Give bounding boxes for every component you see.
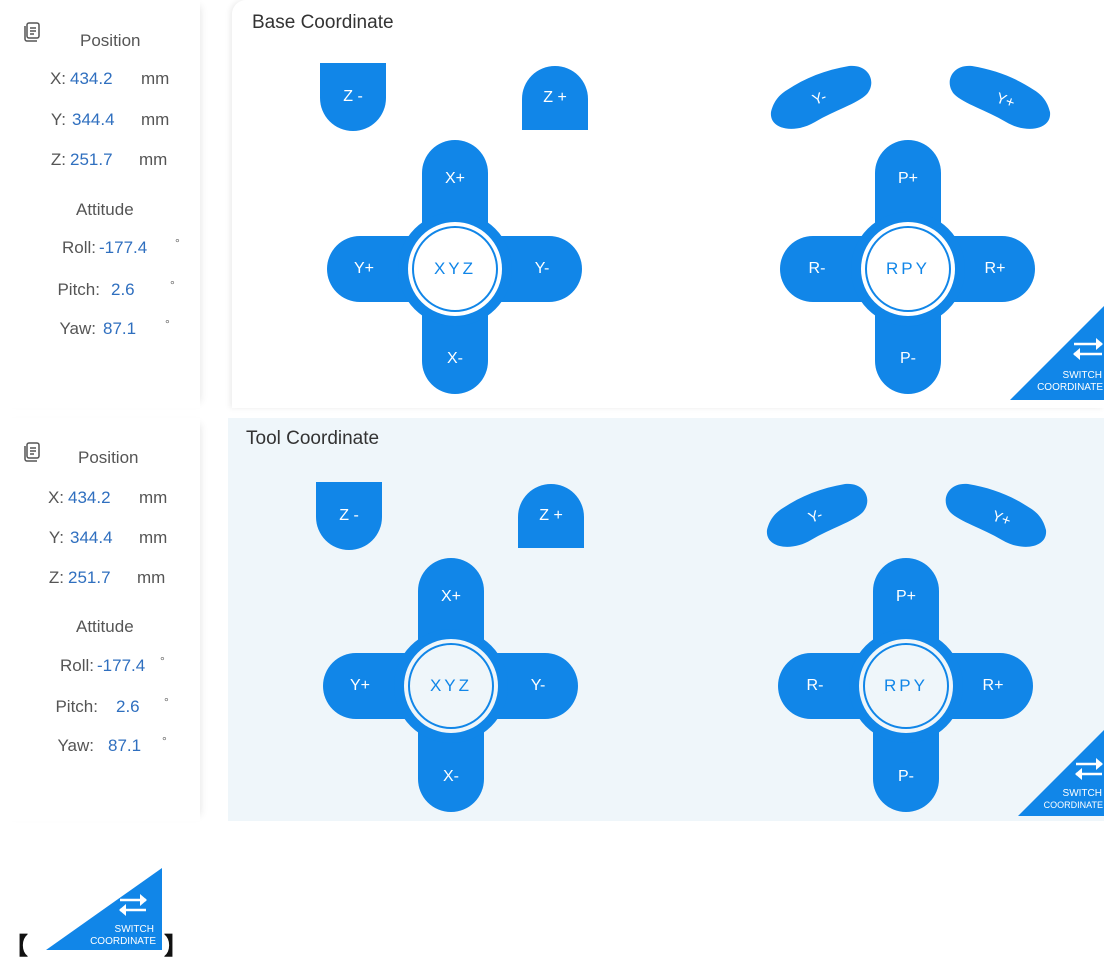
x-unit: mm bbox=[139, 488, 168, 507]
roll-label: Roll: bbox=[59, 656, 94, 675]
xyz-label: XYZ bbox=[412, 226, 498, 312]
z-plus-button[interactable]: Z + bbox=[522, 66, 588, 130]
yaw-unit: ° bbox=[162, 734, 167, 748]
roll-label: Roll: bbox=[61, 238, 96, 257]
z-unit: mm bbox=[139, 150, 168, 169]
bracket-open: 【 bbox=[4, 933, 28, 960]
y-minus-label: Y- bbox=[530, 677, 546, 694]
position-title: Position bbox=[80, 31, 141, 50]
y-label: Y: bbox=[48, 528, 64, 547]
document-list-icon[interactable] bbox=[24, 442, 40, 462]
z-minus-button[interactable]: Z - bbox=[320, 63, 386, 131]
tool-coordinate-panel: Position X: 434.2 mm Y: 344.4 mm Z: 251.… bbox=[0, 418, 1104, 821]
z-label: Z: bbox=[50, 150, 66, 169]
yaw-label: Yaw: bbox=[57, 736, 94, 755]
x-label: X: bbox=[49, 69, 66, 88]
position-title: Position bbox=[78, 448, 139, 467]
switch-coordinate-button[interactable]: SWITCH COORDINATE bbox=[1018, 730, 1104, 816]
yaw-minus-button[interactable]: Y- bbox=[761, 478, 873, 554]
tool-jog-area: Tool Coordinate Z - Z + X+ X- Y+ Y- XYZ … bbox=[228, 418, 1104, 821]
pitch-label: Pitch: bbox=[57, 280, 100, 299]
base-coordinate-panel: Position X: 434.2 mm Y: 344.4 mm Z: 251.… bbox=[0, 0, 1104, 408]
x-unit: mm bbox=[141, 69, 170, 88]
y-plus-label: Y+ bbox=[353, 260, 374, 277]
xyz-hub: XYZ bbox=[398, 212, 512, 326]
x-value: 434.2 bbox=[70, 69, 113, 88]
panel-title: Tool Coordinate bbox=[246, 428, 380, 449]
z-value: 251.7 bbox=[68, 568, 111, 587]
p-minus-label: P- bbox=[898, 768, 914, 785]
pitch-label: Pitch: bbox=[55, 697, 98, 716]
pose-sidebar: Position X: 434.2 mm Y: 344.4 mm Z: 251.… bbox=[0, 418, 200, 821]
p-plus-label: P+ bbox=[897, 170, 918, 187]
y-unit: mm bbox=[139, 528, 168, 547]
yaw-plus-button[interactable]: Y+ bbox=[940, 478, 1052, 554]
base-jog-area: Base Coordinate Z - Z + X+ X- Y+ Y- XYZ … bbox=[232, 0, 1104, 408]
z-minus-button[interactable]: Z - bbox=[316, 482, 382, 550]
switch-label-line1: SWITCH bbox=[1063, 788, 1102, 799]
roll-value: -177.4 bbox=[97, 656, 146, 675]
r-minus-label: R- bbox=[808, 260, 826, 277]
yaw-plus-button[interactable]: Y+ bbox=[944, 60, 1056, 136]
x-plus-label: X+ bbox=[444, 170, 465, 187]
roll-value: -177.4 bbox=[99, 238, 148, 257]
yaw-minus-button[interactable]: Y- bbox=[765, 60, 877, 136]
switch-label-line1: SWITCH bbox=[1063, 370, 1102, 381]
switch-label-line2: COORDINATE bbox=[1037, 382, 1103, 393]
y-minus-label: Y- bbox=[534, 260, 550, 277]
x-value: 434.2 bbox=[68, 488, 111, 507]
x-label: X: bbox=[47, 488, 64, 507]
y-label: Y: bbox=[50, 110, 66, 129]
attitude-title: Attitude bbox=[76, 617, 134, 636]
switch-coordinate-button[interactable]: SWITCH COORDINATE bbox=[1010, 306, 1104, 400]
rpy-hub: RPY bbox=[851, 212, 965, 326]
xyz-label: XYZ bbox=[408, 643, 494, 729]
attitude-title: Attitude bbox=[76, 200, 134, 219]
document-list-icon[interactable] bbox=[24, 22, 40, 42]
rpy-hub: RPY bbox=[849, 629, 963, 743]
z-value: 251.7 bbox=[70, 150, 113, 169]
switch-label-line2: COORDINATE bbox=[1044, 800, 1103, 810]
rpy-label: RPY bbox=[865, 226, 951, 312]
x-plus-label: X+ bbox=[440, 588, 461, 605]
roll-unit: ° bbox=[160, 654, 165, 668]
roll-unit: ° bbox=[175, 236, 180, 250]
r-minus-label: R- bbox=[806, 677, 824, 694]
bracket-close: 】 bbox=[164, 933, 188, 960]
rpy-label: RPY bbox=[863, 643, 949, 729]
pitch-unit: ° bbox=[170, 278, 175, 292]
xyz-hub: XYZ bbox=[394, 629, 508, 743]
pitch-unit: ° bbox=[164, 695, 169, 709]
switch-coordinate-button[interactable]: SWITCH COORDINATE bbox=[42, 868, 164, 954]
z-unit: mm bbox=[137, 568, 166, 587]
yaw-value: 87.1 bbox=[108, 736, 142, 755]
z-plus-button[interactable]: Z + bbox=[518, 484, 584, 548]
x-minus-label: X- bbox=[443, 768, 459, 785]
pitch-value: 2.6 bbox=[116, 697, 140, 716]
switch-label-line2: COORDINATE bbox=[90, 936, 156, 947]
y-unit: mm bbox=[141, 110, 170, 129]
y-value: 344.4 bbox=[72, 110, 115, 129]
z-label: Z: bbox=[48, 568, 64, 587]
r-plus-label: R+ bbox=[984, 260, 1006, 277]
y-value: 344.4 bbox=[70, 528, 113, 547]
panel-title: Base Coordinate bbox=[252, 12, 394, 33]
pitch-value: 2.6 bbox=[111, 280, 135, 299]
x-minus-label: X- bbox=[447, 350, 463, 367]
yaw-label: Yaw: bbox=[59, 319, 96, 338]
r-plus-label: R+ bbox=[982, 677, 1004, 694]
p-minus-label: P- bbox=[900, 350, 916, 367]
pose-sidebar: Position X: 434.2 mm Y: 344.4 mm Z: 251.… bbox=[0, 0, 200, 408]
yaw-unit: ° bbox=[165, 317, 170, 331]
y-plus-label: Y+ bbox=[349, 677, 370, 694]
switch-label-line1: SWITCH bbox=[115, 924, 154, 935]
p-plus-label: P+ bbox=[895, 588, 916, 605]
yaw-value: 87.1 bbox=[103, 319, 137, 338]
